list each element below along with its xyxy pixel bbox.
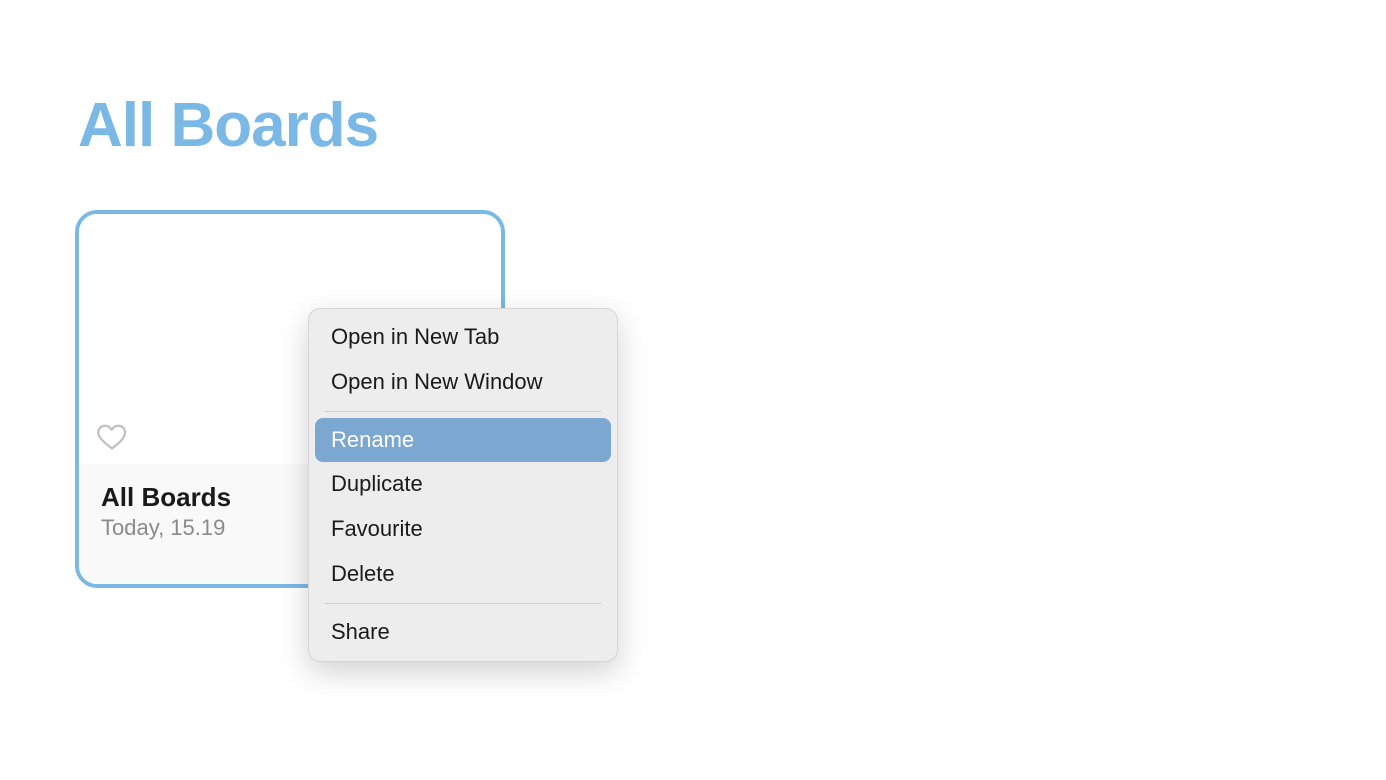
page-title: All Boards	[78, 90, 378, 161]
menu-separator	[325, 603, 601, 604]
menu-item-delete[interactable]: Delete	[315, 552, 611, 597]
menu-item-favourite[interactable]: Favourite	[315, 507, 611, 552]
context-menu: Open in New Tab Open in New Window Renam…	[308, 308, 618, 662]
menu-item-rename[interactable]: Rename	[315, 418, 611, 463]
menu-separator	[325, 411, 601, 412]
menu-item-share[interactable]: Share	[315, 610, 611, 655]
menu-item-open-new-window[interactable]: Open in New Window	[315, 360, 611, 405]
menu-item-duplicate[interactable]: Duplicate	[315, 462, 611, 507]
heart-icon[interactable]	[97, 422, 127, 452]
menu-item-open-new-tab[interactable]: Open in New Tab	[315, 315, 611, 360]
